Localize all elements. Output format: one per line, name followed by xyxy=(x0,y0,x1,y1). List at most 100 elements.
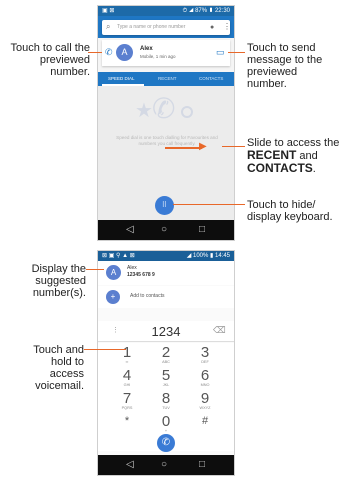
key-digit: 1 xyxy=(122,344,132,361)
more-icon[interactable]: ⋮ xyxy=(112,326,119,335)
key-digit: 5 xyxy=(161,367,171,384)
callout-suggested: Display the suggested number(s). xyxy=(31,263,86,299)
status-icons-left: ▣ ⊠ xyxy=(102,8,115,14)
callout-send-message: Touch to send message to the previewed n… xyxy=(247,42,323,90)
search-icon: ⌕ xyxy=(106,22,111,31)
call-icon[interactable]: ✆ xyxy=(105,47,113,58)
callout-slide-tabs: Slide to access the RECENT and CONTACTS. xyxy=(247,137,351,175)
key-0[interactable]: 0 + xyxy=(151,414,181,434)
home-icon[interactable]: ○ xyxy=(161,223,167,237)
avatar: A xyxy=(106,265,121,280)
tab-speed-dial[interactable]: SPEED DIAL xyxy=(108,76,135,82)
nav-bar: ◁ ○ □ xyxy=(98,220,234,240)
key-3[interactable]: 3 DEF xyxy=(190,345,220,365)
avatar-initial: A xyxy=(110,268,117,277)
add-to-contacts-row[interactable]: + Add to contacts xyxy=(98,286,234,308)
key-letters: JKL xyxy=(162,383,170,387)
status-icons-right: ◢ 100% ▮ 14:45 xyxy=(186,253,230,259)
key-6[interactable]: 6 MNO xyxy=(190,368,220,388)
key-letters: WXYZ xyxy=(199,406,211,410)
leader-suggested xyxy=(86,269,104,270)
key-8[interactable]: 8 TUV xyxy=(151,391,181,411)
slide-end: . xyxy=(312,163,316,175)
dialpad-button[interactable]: ⠿ xyxy=(155,196,174,215)
leader-slide-tabs xyxy=(222,146,245,147)
star-icon: ★ xyxy=(135,100,153,122)
key-1[interactable]: 1 ∞ xyxy=(112,345,142,365)
slide-recent: RECENT xyxy=(247,148,297,162)
key-digit: 9 xyxy=(200,390,210,407)
key-letters: TUV xyxy=(162,406,170,410)
dial-input-row: ⋮ 1234 ⌫ xyxy=(98,321,234,342)
key-2[interactable]: 2 ABC xyxy=(151,345,181,365)
key-letters: GHI xyxy=(123,383,131,387)
phone-screen-1: ▣ ⊠ ⏱ ◢ 87% ▮ 22:30 ⌕ Type a name or pho… xyxy=(97,5,235,241)
tab-recent[interactable]: RECENT xyxy=(158,76,177,82)
suggested-name: Alex xyxy=(127,265,137,271)
callout-hide-keyboard: Touch to hide/ display keyboard. xyxy=(247,199,333,223)
contact-number: Mobile, 1 min ago xyxy=(140,54,176,59)
recents-icon[interactable]: □ xyxy=(199,223,205,237)
status-bar: ⊠ ▣ ⚲ ▲ ⊠ ◢ 100% ▮ 14:45 xyxy=(98,251,234,261)
slide-contacts: CONTACTS xyxy=(247,161,313,175)
dialpad-icon: ⠿ xyxy=(161,202,168,209)
suggested-number: 12345 678 9 xyxy=(127,272,155,278)
key-4[interactable]: 4 GHI xyxy=(112,368,142,388)
tab-contacts[interactable]: CONTACTS xyxy=(199,76,223,82)
key-digit: # xyxy=(201,415,209,427)
add-contact-icon: + xyxy=(106,290,120,304)
key-letters: MNO xyxy=(200,383,210,387)
mic-icon[interactable]: ● xyxy=(210,23,214,32)
message-icon[interactable]: ▭ xyxy=(216,47,225,58)
home-icon[interactable]: ○ xyxy=(161,458,167,472)
status-icons-left: ⊠ ▣ ⚲ ▲ ⊠ xyxy=(102,253,135,259)
leader-voicemail xyxy=(84,349,126,350)
key-9[interactable]: 9 WXYZ xyxy=(190,391,220,411)
key-digit: 3 xyxy=(200,344,210,361)
contact-preview-card[interactable]: ✆ A Alex Mobile, 1 min ago ▭ xyxy=(102,40,230,66)
recents-icon[interactable]: □ xyxy=(199,458,205,472)
key-7[interactable]: 7 PQRS xyxy=(112,391,142,411)
key-digit: 2 xyxy=(161,344,171,361)
callout-voicemail: Touch and hold to access voicemail. xyxy=(33,344,84,392)
contact-name: Alex xyxy=(140,46,153,52)
key-letters: DEF xyxy=(201,360,209,364)
phone-screen-2: ⊠ ▣ ⚲ ▲ ⊠ ◢ 100% ▮ 14:45 A Alex 12345 67… xyxy=(97,250,235,476)
call-icon: ✆ xyxy=(161,437,171,448)
key-digit: 6 xyxy=(200,367,210,384)
key-digit: * xyxy=(124,415,130,427)
search-input[interactable]: Type a name or phone number xyxy=(117,24,185,31)
avatar-initial: A xyxy=(121,47,128,57)
key-5[interactable]: 5 JKL xyxy=(151,368,181,388)
key-digit: 7 xyxy=(122,390,132,407)
dialed-number[interactable]: 1234 xyxy=(144,324,188,339)
tab-bar: SPEED DIAL RECENT CONTACTS xyxy=(98,72,234,86)
voicemail-icon: ∞ xyxy=(125,360,129,364)
callout-call-preview: Touch to call the previewed number. xyxy=(10,42,91,78)
key-digit: 8 xyxy=(161,390,171,407)
key-star[interactable]: * xyxy=(112,414,142,429)
add-to-contacts-label: Add to contacts xyxy=(130,293,165,299)
leader-send-message xyxy=(228,52,245,53)
status-icons-right: ⏱ ◢ 87% ▮ 22:30 xyxy=(182,8,230,14)
suggested-contact[interactable]: A Alex 12345 678 9 xyxy=(98,261,234,285)
key-letters: PQRS xyxy=(121,406,133,410)
leader-hide-keyboard xyxy=(173,204,245,205)
call-button[interactable]: ✆ xyxy=(157,434,175,452)
key-digit: 0 xyxy=(161,413,171,430)
back-icon[interactable]: ◁ xyxy=(126,458,134,472)
avatar: A xyxy=(116,44,133,61)
back-icon[interactable]: ◁ xyxy=(126,223,134,237)
leader-call-preview xyxy=(88,52,102,53)
key-letters: ABC xyxy=(162,360,170,364)
nav-bar: ◁ ○ □ xyxy=(98,455,234,475)
more-icon[interactable]: ⋮ xyxy=(223,22,231,32)
phone-icon: ✆ xyxy=(152,93,176,124)
key-hash[interactable]: # xyxy=(190,414,220,429)
search-bar[interactable]: ⌕ Type a name or phone number ● ⋮ xyxy=(102,20,231,35)
clock-icon xyxy=(181,106,193,118)
swipe-arrow-icon: ▶ xyxy=(199,141,207,152)
key-digit: 4 xyxy=(122,367,132,384)
swipe-arrow-line xyxy=(165,147,202,149)
backspace-icon[interactable]: ⌫ xyxy=(213,325,226,336)
